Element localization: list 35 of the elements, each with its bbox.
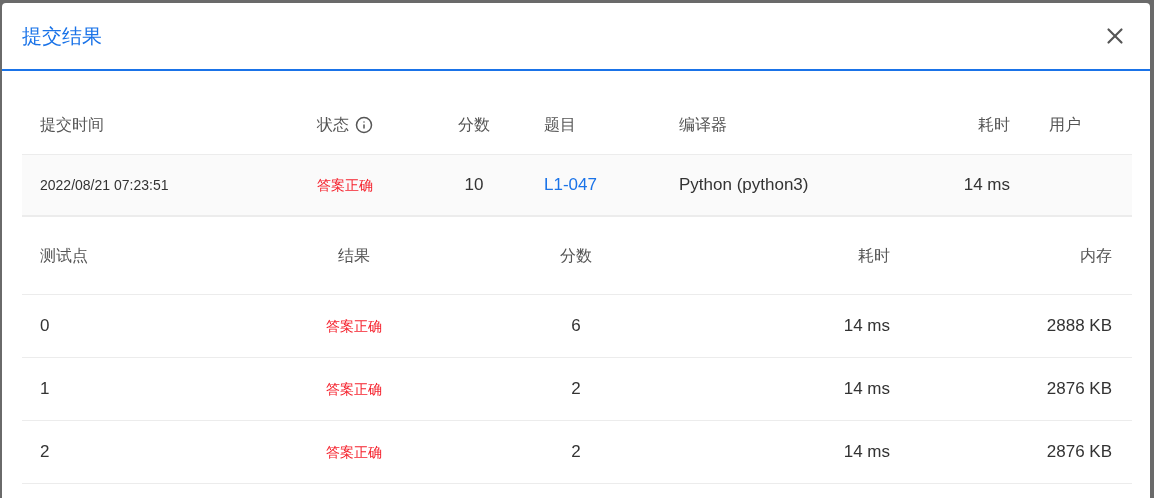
- column-header: 测试点: [40, 246, 88, 264]
- verdict-text: 答案正确: [326, 381, 382, 398]
- test-case-number: 2: [40, 442, 50, 462]
- time-text: 14 ms: [963, 175, 1010, 195]
- column-header: 提交时间: [40, 114, 104, 135]
- score-text: 2: [571, 442, 581, 462]
- memory-text: 2876 KB: [1046, 379, 1112, 399]
- verdict-text: 答案正确: [326, 444, 382, 461]
- column-header: 状态: [317, 114, 349, 135]
- column-header: 用户: [1049, 114, 1081, 135]
- problem-link[interactable]: L1-047: [544, 175, 597, 195]
- column-header: 结果: [338, 246, 370, 264]
- column-header: 内存: [1080, 246, 1112, 264]
- test-case-number: 1: [40, 379, 50, 399]
- column-header: 耗时: [858, 246, 890, 264]
- score-text: 6: [571, 316, 581, 336]
- time-text: 14 ms: [843, 442, 890, 462]
- verdict-text: 答案正确: [317, 177, 373, 193]
- dialog-title: 提交结果: [22, 24, 102, 49]
- score-text: 10: [464, 175, 484, 195]
- time-text: 14 ms: [843, 379, 890, 399]
- submit-time: 2022/08/21 07:23:51: [40, 177, 169, 193]
- compiler-text: Python (python3): [679, 175, 809, 195]
- test-case-number: 0: [40, 316, 50, 336]
- column-header: 编译器: [679, 114, 727, 135]
- info-icon[interactable]: [355, 115, 373, 134]
- column-header: 耗时: [978, 114, 1010, 135]
- column-header: 分数: [458, 114, 490, 135]
- score-text: 2: [571, 379, 581, 399]
- time-text: 14 ms: [843, 316, 890, 336]
- column-header: 题目: [544, 114, 576, 135]
- column-header: 分数: [560, 246, 592, 264]
- verdict-text: 答案正确: [326, 318, 382, 335]
- memory-text: 2876 KB: [1046, 442, 1112, 462]
- memory-text: 2888 KB: [1046, 316, 1112, 336]
